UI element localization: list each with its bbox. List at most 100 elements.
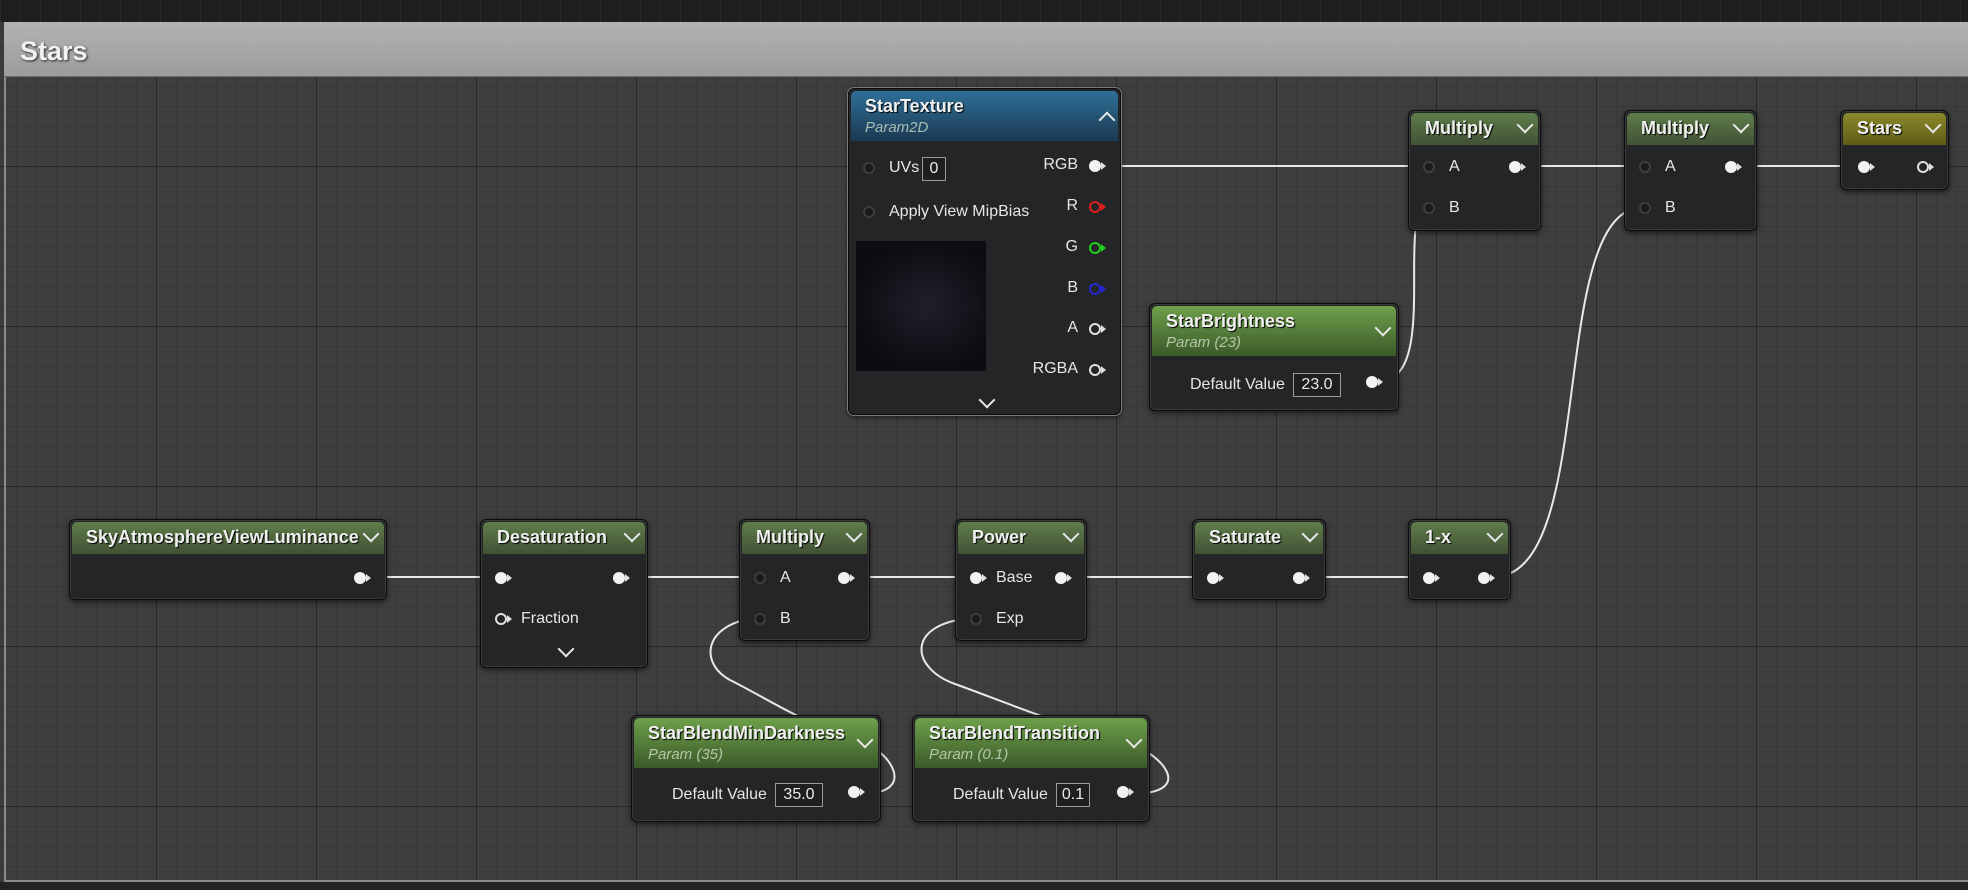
pin-arrow-icon (860, 788, 865, 796)
base-input-pin[interactable] (970, 572, 982, 584)
default-value-label: Default Value (953, 786, 1048, 803)
a-output-pin[interactable] (1089, 323, 1101, 335)
a-label: A (1665, 158, 1676, 175)
pin-arrow-icon (1521, 163, 1526, 171)
multiply-node-top-2[interactable]: Multiply A B (1624, 110, 1757, 231)
a-label: A (1449, 158, 1460, 175)
output-pin[interactable] (1917, 161, 1929, 173)
output-pin[interactable] (838, 572, 850, 584)
pin-arrow-icon (1129, 788, 1134, 796)
node-title: StarBlendMinDarkness (648, 723, 846, 743)
b-input-pin[interactable] (1423, 202, 1435, 214)
output-pin[interactable] (1293, 572, 1305, 584)
pin-arrow-icon (507, 615, 512, 623)
pin-arrow-icon (1219, 574, 1224, 582)
pin-arrow-icon (850, 574, 855, 582)
output-pin[interactable] (1509, 161, 1521, 173)
node-title: StarBrightness (1166, 311, 1296, 331)
pin-arrow-icon (1101, 244, 1106, 252)
output-pin[interactable] (1366, 376, 1378, 388)
output-pin[interactable] (1725, 161, 1737, 173)
node-subtitle: Param (35) (648, 746, 724, 763)
rgba-output-pin[interactable] (1089, 364, 1101, 376)
output-pin[interactable] (354, 572, 366, 584)
pin-arrow-icon (1305, 574, 1310, 582)
exp-input-pin[interactable] (970, 613, 982, 625)
one-minus-node[interactable]: 1-x (1408, 519, 1511, 600)
fraction-input-pin[interactable] (495, 613, 507, 625)
pin-arrow-icon (1737, 163, 1742, 171)
uvs-input-pin[interactable] (863, 162, 875, 174)
multiply-node-top-1[interactable]: Multiply A B (1408, 110, 1541, 231)
b-input-pin[interactable] (754, 613, 766, 625)
expand-icon[interactable] (557, 640, 575, 658)
r-label: R (1066, 197, 1078, 214)
sky-atmosphere-luminance-node[interactable]: SkyAtmosphereViewLuminance (69, 519, 387, 600)
output-pin[interactable] (1117, 786, 1129, 798)
output-pin[interactable] (613, 572, 625, 584)
default-value-field[interactable]: 35.0 (775, 783, 823, 807)
input-pin[interactable] (1423, 572, 1435, 584)
g-output-pin[interactable] (1089, 242, 1101, 254)
star-texture-node[interactable]: StarTexture Param2D UVs 0 Apply View Mip… (848, 88, 1121, 415)
b-output-pin[interactable] (1089, 283, 1101, 295)
node-title: StarTexture (865, 96, 964, 116)
node-title: SkyAtmosphereViewLuminance (86, 527, 359, 547)
b-label: B (1449, 199, 1460, 216)
exp-label: Exp (996, 610, 1024, 627)
pin-arrow-icon (1490, 574, 1495, 582)
output-pin[interactable] (848, 786, 860, 798)
mip-bias-label: Apply View MipBias (889, 203, 1030, 220)
default-value-field[interactable]: 0.1 (1056, 783, 1090, 807)
output-pin[interactable] (1055, 572, 1067, 584)
rgb-label: RGB (1043, 156, 1078, 173)
b-label: B (780, 610, 791, 627)
default-value-label: Default Value (672, 786, 767, 803)
default-value-field[interactable]: 23.0 (1293, 373, 1341, 397)
b-label: B (1067, 279, 1078, 296)
pin-arrow-icon (1929, 163, 1934, 171)
input-pin[interactable] (1858, 161, 1870, 173)
rgb-output-pin[interactable] (1089, 160, 1101, 172)
node-subtitle: Param2D (865, 119, 929, 136)
a-label: A (1067, 319, 1078, 336)
r-output-pin[interactable] (1089, 201, 1101, 213)
uvs-label: UVs (889, 159, 920, 176)
pin-arrow-icon (1101, 325, 1106, 333)
desaturation-node[interactable]: Desaturation Fraction (480, 519, 648, 668)
stars-output-node[interactable]: Stars (1840, 110, 1949, 190)
default-value-label: Default Value (1190, 376, 1285, 393)
mip-bias-input-pin[interactable] (863, 206, 875, 218)
input-pin[interactable] (495, 572, 507, 584)
uvs-value-field[interactable]: 0 (922, 157, 946, 181)
pin-arrow-icon (1101, 366, 1106, 374)
node-subtitle: Param (0.1) (929, 746, 1009, 763)
g-label: G (1065, 238, 1078, 255)
pin-arrow-icon (507, 574, 512, 582)
star-blend-transition-node[interactable]: StarBlendTransition Param (0.1) Default … (912, 715, 1150, 822)
b-label: B (1665, 199, 1676, 216)
base-label: Base (996, 569, 1033, 586)
pin-arrow-icon (1101, 162, 1106, 170)
power-node[interactable]: Power Base Exp (955, 519, 1087, 641)
b-input-pin[interactable] (1639, 202, 1651, 214)
multiply-node-mid[interactable]: Multiply A B (739, 519, 870, 641)
wire-oneminus-to-multiply2-b (1492, 206, 1645, 578)
star-brightness-node[interactable]: StarBrightness Param (23) Default Value … (1149, 303, 1399, 411)
node-subtitle: Param (23) (1166, 334, 1242, 351)
saturate-node[interactable]: Saturate (1192, 519, 1326, 600)
pin-arrow-icon (1101, 203, 1106, 211)
rgba-label: RGBA (1032, 360, 1078, 377)
a-input-pin[interactable] (1639, 161, 1651, 173)
input-pin[interactable] (1207, 572, 1219, 584)
node-title: StarBlendTransition (929, 723, 1101, 743)
pin-arrow-icon (366, 574, 371, 582)
a-label: A (780, 569, 791, 586)
fraction-label: Fraction (521, 610, 579, 627)
star-blend-min-darkness-node[interactable]: StarBlendMinDarkness Param (35) Default … (631, 715, 881, 822)
output-pin[interactable] (1478, 572, 1490, 584)
expand-icon[interactable] (978, 391, 996, 409)
node-title: Desaturation (497, 527, 608, 547)
a-input-pin[interactable] (754, 572, 766, 584)
a-input-pin[interactable] (1423, 161, 1435, 173)
